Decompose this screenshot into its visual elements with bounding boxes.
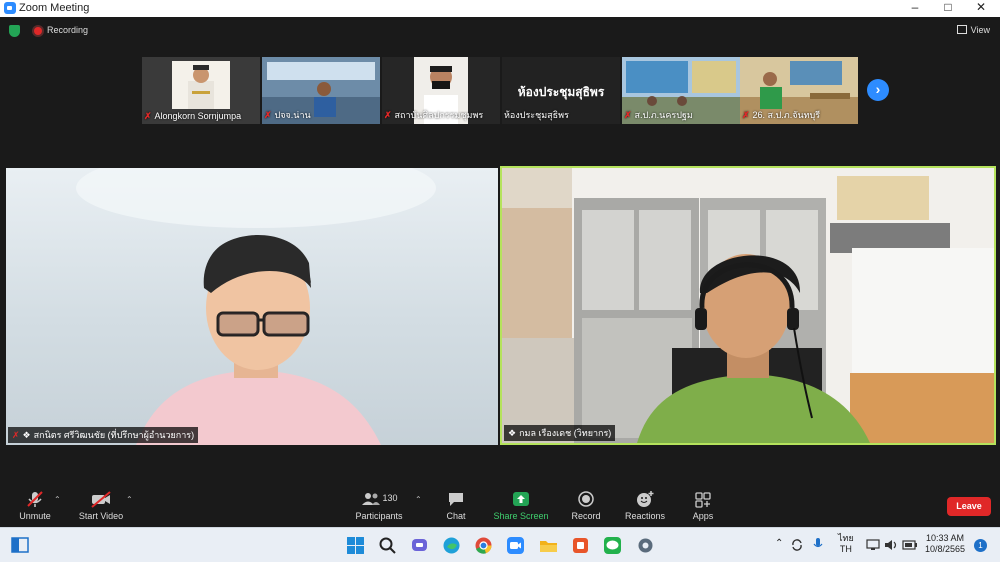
leave-button[interactable]: Leave xyxy=(947,497,991,516)
reactions-icon xyxy=(637,491,654,507)
participant-name: ห้องประชุมสุธิพร xyxy=(504,110,569,120)
participant-nameplate: ✗ ❖ สกนิตร ศรีวิฒนชัย (ที่ปรึกษาผู้อำนวยกา… xyxy=(8,427,199,443)
battery-icon[interactable] xyxy=(902,539,918,551)
gallery-strip: ✗ Alongkorn Sornjumpa ✗ ปจจ.น่าน ✗ สถาบันศิ… xyxy=(142,57,858,124)
participant-thumbnail[interactable]: ✗ 26. ส.ป.ภ.จันทบุรี xyxy=(740,57,858,124)
view-label: View xyxy=(970,25,990,35)
participant-thumbnail[interactable]: ห้องประชุมสุธิพร ห้องประชุมสุธิพร xyxy=(502,57,620,124)
video-off-icon xyxy=(91,491,111,508)
edge-browser-icon[interactable] xyxy=(442,536,461,555)
clock[interactable]: 10:33 AM 10/8/2565 xyxy=(925,533,965,555)
zoom-logo-icon xyxy=(4,2,16,14)
search-icon[interactable] xyxy=(378,536,397,555)
participants-icon xyxy=(362,493,381,505)
network-icon[interactable] xyxy=(866,539,880,551)
line-app-icon[interactable] xyxy=(603,536,622,555)
clock-time: 10:33 AM xyxy=(926,533,965,543)
participant-name-display: ห้องประชุมสุธิพร xyxy=(517,85,605,99)
language-code-label: TH xyxy=(839,544,852,554)
sync-icon[interactable] xyxy=(790,538,804,552)
input-language-indicator[interactable]: ไทย TH xyxy=(838,533,854,555)
participant-name: ✗ ปจจ.น่าน xyxy=(264,110,311,120)
view-button[interactable]: View xyxy=(956,25,990,35)
apps-icon xyxy=(695,492,711,508)
audio-options-chevron-icon[interactable]: ⌃ xyxy=(54,495,61,504)
maximize-button[interactable]: □ xyxy=(933,0,963,17)
pin-icon: ❖ xyxy=(508,428,517,438)
show-hidden-icons-chevron-icon[interactable]: ⌃ xyxy=(775,538,783,549)
participant-thumbnail[interactable]: ✗ ปจจ.น่าน xyxy=(262,57,380,124)
participants-count: 130 xyxy=(382,493,398,503)
teams-chat-icon[interactable] xyxy=(410,536,429,555)
participants-button[interactable]: 130 Participants xyxy=(343,490,415,521)
reactions-label: Reactions xyxy=(624,511,666,521)
muted-mic-icon: ✗ xyxy=(742,110,750,120)
close-button[interactable]: ✕ xyxy=(966,0,996,17)
record-label: Record xyxy=(571,511,601,521)
muted-mic-icon: ✗ xyxy=(624,110,632,120)
windows-start-icon[interactable] xyxy=(346,536,365,555)
recording-icon[interactable] xyxy=(34,27,42,35)
participant-name: ✗ Alongkorn Sornjumpa xyxy=(144,111,242,121)
recording-label[interactable]: Recording xyxy=(47,25,88,35)
window-title: Zoom Meeting xyxy=(19,2,90,14)
share-screen-label: Share Screen xyxy=(493,511,549,521)
meeting-controls: Unmute ⌃ Start Video ⌃ 130 Participants … xyxy=(0,490,1000,527)
share-screen-button[interactable]: Share Screen xyxy=(486,490,556,521)
participant-thumbnail[interactable]: ✗ สถาบันศิลปกรรมชุมพร xyxy=(382,57,500,124)
muted-mic-icon: ✗ xyxy=(12,430,20,440)
video-tile-left[interactable]: ✗ ❖ สกนิตร ศรีวิฒนชัย (ที่ปรึกษาผู้อำนวยกา… xyxy=(6,168,498,445)
office-app-icon[interactable] xyxy=(571,536,590,555)
participant-video xyxy=(76,168,436,445)
chat-icon xyxy=(449,493,463,506)
microphone-icon[interactable] xyxy=(812,537,824,552)
apps-button[interactable]: Apps xyxy=(668,490,738,521)
zoom-app-icon[interactable] xyxy=(506,536,525,555)
record-icon xyxy=(578,491,594,507)
participant-video xyxy=(502,168,994,443)
meeting-topbar: Recording View xyxy=(0,17,1000,45)
grid-icon xyxy=(956,25,967,34)
file-explorer-icon[interactable] xyxy=(539,536,558,555)
start-video-label: Start Video xyxy=(78,511,124,521)
language-thai-label: ไทย xyxy=(838,533,854,543)
participant-thumbnail[interactable]: ✗ Alongkorn Sornjumpa xyxy=(142,57,260,124)
clock-date: 10/8/2565 xyxy=(925,544,966,554)
participant-name: ✗ ส.ป.ภ.นครปฐม xyxy=(624,110,693,120)
participant-name: ✗ 26. ส.ป.ภ.จันทบุรี xyxy=(742,110,821,120)
chat-label: Chat xyxy=(446,511,466,521)
unmute-label: Unmute xyxy=(19,511,51,521)
title-bar: Zoom Meeting – □ ✕ xyxy=(0,0,1000,17)
participants-label: Participants xyxy=(355,511,403,521)
settings-gear-icon[interactable] xyxy=(636,536,655,555)
volume-icon[interactable] xyxy=(884,539,898,551)
muted-mic-icon: ✗ xyxy=(264,110,272,120)
muted-mic-icon xyxy=(27,491,43,507)
chat-button[interactable]: Chat xyxy=(421,490,491,521)
security-shield-icon[interactable] xyxy=(9,25,20,37)
pin-icon: ❖ xyxy=(22,430,31,440)
share-screen-icon xyxy=(513,492,529,506)
chrome-browser-icon[interactable] xyxy=(474,536,493,555)
apps-label: Apps xyxy=(692,511,714,521)
participant-thumbnail[interactable]: ✗ ส.ป.ภ.นครปฐม xyxy=(622,57,740,124)
muted-mic-icon: ✗ xyxy=(144,111,152,121)
minimize-button[interactable]: – xyxy=(900,0,930,17)
participant-name: ✗ สถาบันศิลปกรรมชุมพร xyxy=(384,110,484,120)
muted-mic-icon: ✗ xyxy=(384,110,392,120)
video-tile-right[interactable]: ❖ กมล เรืองเดช (วิทยากร) xyxy=(500,166,996,445)
next-page-button[interactable]: › xyxy=(867,79,889,101)
task-view-icon[interactable] xyxy=(11,537,29,553)
notification-badge[interactable]: 1 xyxy=(974,539,987,552)
windows-taskbar: ⌃ ไทย TH 10:33 AM 10/8/2565 1 xyxy=(0,527,1000,562)
participant-nameplate: ❖ กมล เรืองเดช (วิทยากร) xyxy=(504,425,616,441)
video-options-chevron-icon[interactable]: ⌃ xyxy=(126,495,133,504)
